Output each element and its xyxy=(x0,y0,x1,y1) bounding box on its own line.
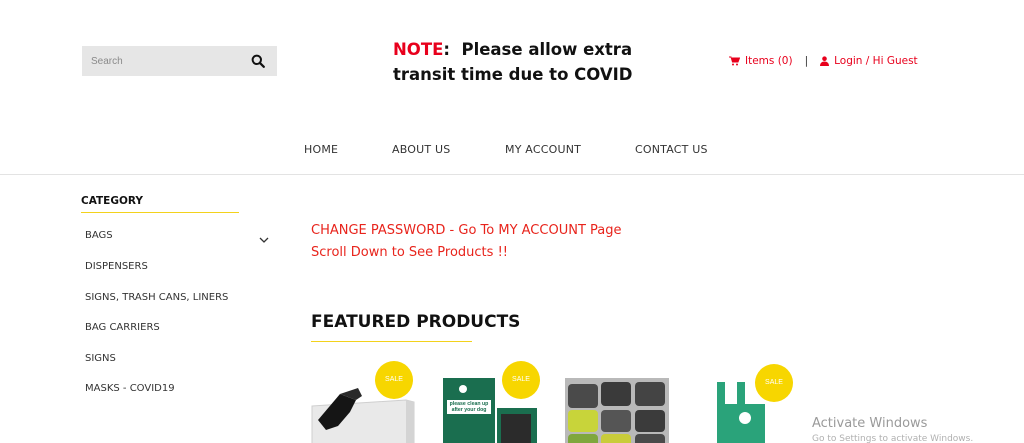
nav-home[interactable]: HOME xyxy=(304,143,338,156)
sale-badge-1: SALE xyxy=(375,361,413,399)
account-links: Items (0) | Login / Hi Guest xyxy=(729,55,918,67)
nav-divider xyxy=(0,174,1024,175)
category-bags[interactable]: BAGS xyxy=(85,230,113,241)
main-nav: HOME ABOUT US MY ACCOUNT CONTACT US xyxy=(0,143,1024,157)
windows-watermark-subtitle: Go to Settings to activate Windows. xyxy=(812,434,974,443)
search-box xyxy=(82,46,277,76)
covid-notice: NOTE: Please allow extra transit time du… xyxy=(393,37,653,87)
product-image-3 xyxy=(565,378,669,443)
cart-icon xyxy=(729,56,740,66)
category-underline xyxy=(81,212,239,213)
user-icon xyxy=(820,56,830,66)
windows-watermark-title: Activate Windows xyxy=(812,416,928,431)
change-password-message: CHANGE PASSWORD - Go To MY ACCOUNT Page xyxy=(311,223,622,238)
sale-badge-4: SALE xyxy=(755,364,793,402)
nav-my-account[interactable]: MY ACCOUNT xyxy=(505,143,581,156)
product-card-3[interactable] xyxy=(565,378,670,443)
category-bag-carriers[interactable]: BAG CARRIERS xyxy=(85,322,160,333)
login-link[interactable]: Login / Hi Guest xyxy=(820,55,918,67)
chevron-down-icon[interactable] xyxy=(259,231,269,243)
category-heading: CATEGORY xyxy=(81,195,144,207)
product2-sign-line2: after your dog xyxy=(451,407,487,413)
scroll-down-message: Scroll Down to See Products !! xyxy=(311,245,508,260)
notice-colon: : xyxy=(443,40,450,59)
nav-about-us[interactable]: ABOUT US xyxy=(392,143,450,156)
category-signs-trash-cans-liners[interactable]: SIGNS, TRASH CANS, LINERS xyxy=(85,292,228,303)
search-icon[interactable] xyxy=(251,54,265,68)
cart-link[interactable]: Items (0) xyxy=(729,55,793,67)
category-masks-covid19[interactable]: MASKS - COVID19 xyxy=(85,383,175,394)
notice-prefix: NOTE xyxy=(393,40,444,59)
cart-items-label: Items (0) xyxy=(745,55,793,67)
nav-contact-us[interactable]: CONTACT US xyxy=(635,143,708,156)
featured-underline xyxy=(311,341,472,342)
notice-line2: transit time due to COVID xyxy=(393,65,633,84)
sale-badge-2: SALE xyxy=(502,361,540,399)
search-input[interactable] xyxy=(82,46,242,76)
category-dispensers[interactable]: DISPENSERS xyxy=(85,261,148,272)
category-signs[interactable]: SIGNS xyxy=(85,353,116,364)
notice-line1: Please allow extra xyxy=(461,40,633,59)
featured-products-title: FEATURED PRODUCTS xyxy=(311,312,521,332)
login-label: Login / Hi Guest xyxy=(834,55,918,67)
account-separator: | xyxy=(804,55,809,67)
